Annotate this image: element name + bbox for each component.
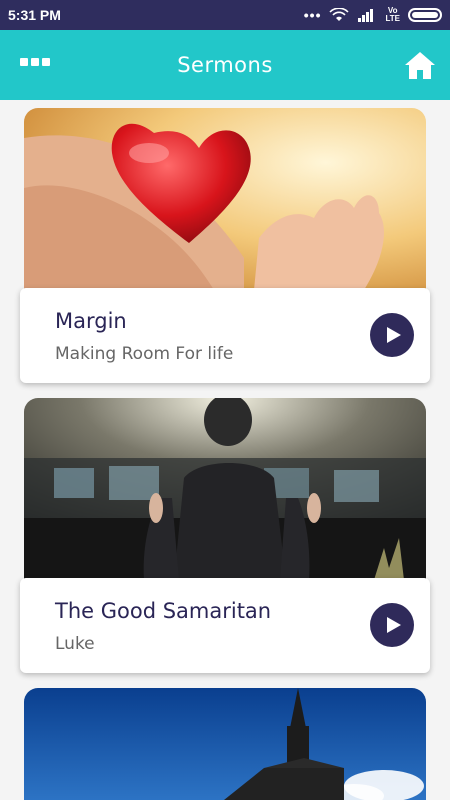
sermon-card[interactable] — [20, 688, 430, 800]
sermon-image-heart[interactable] — [24, 108, 426, 290]
sermon-list[interactable]: Margin Making Room For life The Good Sam… — [0, 100, 450, 800]
app-header: Sermons — [0, 30, 450, 100]
wifi-icon — [329, 8, 350, 21]
status-time: 5:31 PM — [8, 7, 61, 23]
sermon-info[interactable]: The Good Samaritan Luke — [20, 578, 430, 673]
play-button[interactable] — [370, 603, 414, 647]
battery-icon — [408, 8, 442, 22]
sermon-subtitle: Making Room For life — [55, 344, 234, 364]
volte-icon: Vo LTE — [385, 6, 400, 23]
play-icon — [386, 617, 401, 633]
status-icons: ••• Vo LTE — [304, 7, 442, 23]
sermon-info[interactable]: Margin Making Room For life — [20, 288, 430, 383]
sermon-image-prayer[interactable] — [24, 398, 426, 580]
play-button[interactable] — [370, 313, 414, 357]
page-title: Sermons — [177, 53, 273, 77]
signal-icon — [358, 9, 374, 22]
sermon-title: Margin — [55, 309, 127, 333]
sermon-card[interactable]: Margin Making Room For life — [20, 108, 430, 383]
sermon-card[interactable]: The Good Samaritan Luke — [20, 398, 430, 673]
sermon-image-church[interactable] — [24, 688, 426, 800]
menu-dots-icon[interactable] — [20, 58, 50, 66]
status-bar: 5:31 PM ••• Vo LTE — [0, 0, 450, 30]
sermon-title: The Good Samaritan — [55, 599, 272, 623]
sermon-subtitle: Luke — [55, 634, 95, 654]
more-dots-icon: ••• — [303, 7, 322, 23]
home-icon[interactable] — [404, 50, 436, 80]
play-icon — [386, 327, 401, 343]
